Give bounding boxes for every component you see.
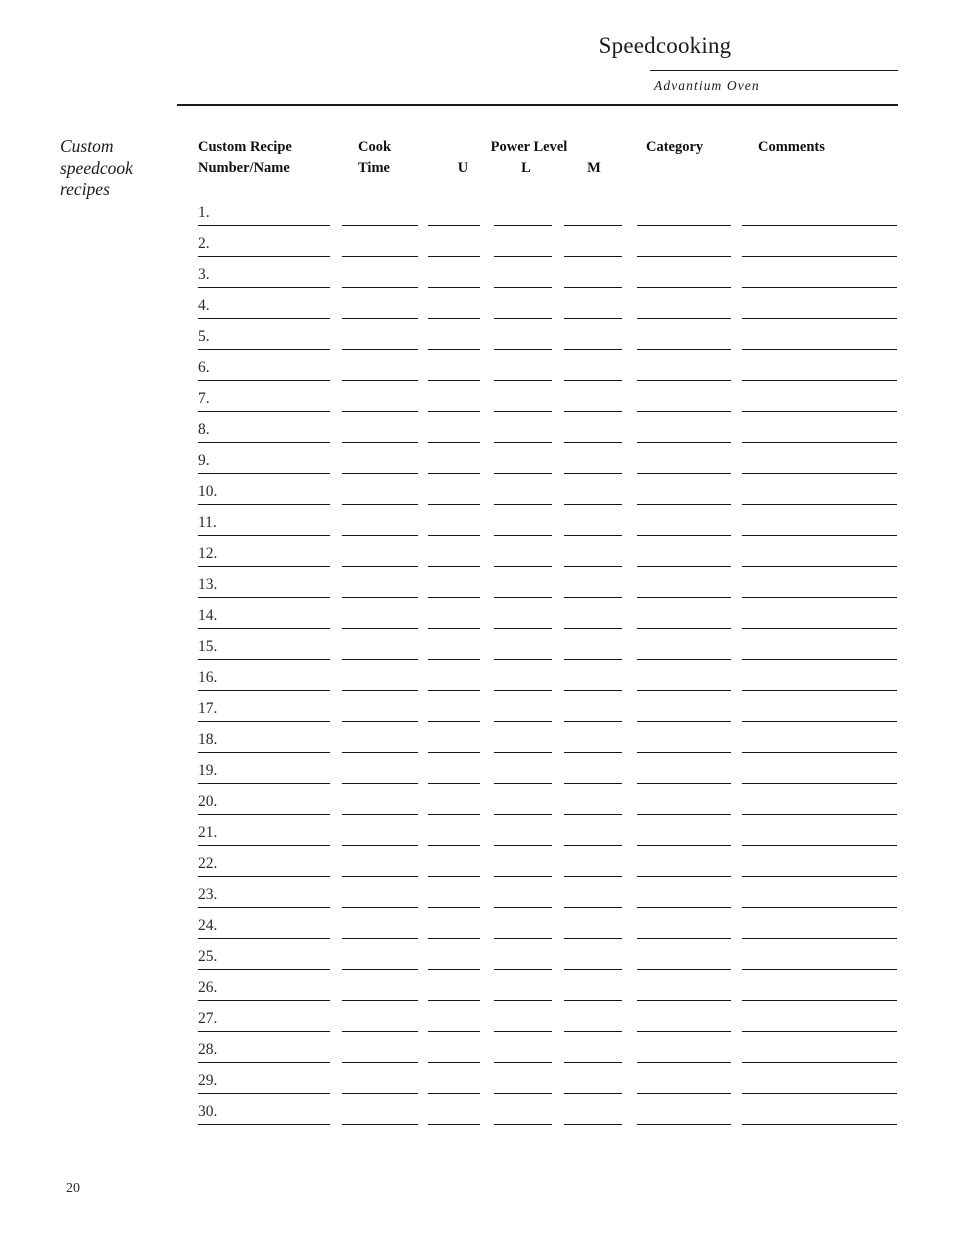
row-number: 2. <box>198 235 210 252</box>
power-m-line[interactable] <box>564 1124 622 1125</box>
table-row: 3. <box>0 257 954 288</box>
table-row: 16. <box>0 660 954 691</box>
row-number: 12. <box>198 545 218 562</box>
row-number: 11. <box>198 514 217 531</box>
column-header-power-l: L <box>521 160 531 176</box>
row-number: 29. <box>198 1072 218 1089</box>
column-header-recipe-line1: Custom Recipe <box>198 139 292 155</box>
table-row: 18. <box>0 722 954 753</box>
row-number: 6. <box>198 359 210 376</box>
table-row: 28. <box>0 1032 954 1063</box>
row-number: 17. <box>198 700 218 717</box>
row-number: 21. <box>198 824 218 841</box>
row-number: 15. <box>198 638 218 655</box>
row-number: 8. <box>198 421 210 438</box>
row-number: 24. <box>198 917 218 934</box>
power-l-line[interactable] <box>494 1124 552 1125</box>
table-row: 4. <box>0 288 954 319</box>
table-row: 13. <box>0 567 954 598</box>
column-header-cook-time-line2: Time <box>358 160 390 176</box>
table-row: 25. <box>0 939 954 970</box>
table-row: 24. <box>0 908 954 939</box>
row-number: 25. <box>198 948 218 965</box>
table-row: 5. <box>0 319 954 350</box>
row-number: 13. <box>198 576 218 593</box>
subtitle-divider <box>650 70 898 71</box>
row-number: 16. <box>198 669 218 686</box>
column-header-recipe: Custom Recipe Number/Name <box>198 137 292 179</box>
row-number: 22. <box>198 855 218 872</box>
row-number: 18. <box>198 731 218 748</box>
power-u-line[interactable] <box>428 1124 480 1125</box>
table-row: 11. <box>0 505 954 536</box>
table-row: 7. <box>0 381 954 412</box>
row-number: 1. <box>198 204 210 221</box>
table-row: 27. <box>0 1001 954 1032</box>
row-number: 26. <box>198 979 218 996</box>
table-row: 10. <box>0 474 954 505</box>
table-row: 2. <box>0 226 954 257</box>
table-row: 12. <box>0 536 954 567</box>
table-row: 14. <box>0 598 954 629</box>
table-row: 1. <box>0 195 954 226</box>
table-row: 23. <box>0 877 954 908</box>
row-number: 27. <box>198 1010 218 1027</box>
table-row: 21. <box>0 815 954 846</box>
table-row: 8. <box>0 412 954 443</box>
row-number: 23. <box>198 886 218 903</box>
page-title: Speedcooking <box>598 33 732 58</box>
category-line[interactable] <box>637 1124 731 1125</box>
row-number: 4. <box>198 297 210 314</box>
table-row: 9. <box>0 443 954 474</box>
row-number: 9. <box>198 452 210 469</box>
table-row: 22. <box>0 846 954 877</box>
product-subtitle: Advantium Oven <box>654 78 760 93</box>
row-number: 5. <box>198 328 210 345</box>
table-row: 15. <box>0 629 954 660</box>
column-header-comments: Comments <box>758 139 825 155</box>
column-header-cook-time-line1: Cook <box>358 139 392 155</box>
section-label: Custom speedcook recipes <box>60 136 133 199</box>
column-header-power-m: M <box>587 160 601 176</box>
recipe-line[interactable] <box>198 1124 330 1125</box>
table-row: 20. <box>0 784 954 815</box>
column-header-power-u: U <box>457 160 469 176</box>
table-row: 30. <box>0 1094 954 1125</box>
row-number: 7. <box>198 390 210 407</box>
row-number: 10. <box>198 483 218 500</box>
table-row: 6. <box>0 350 954 381</box>
cook-time-line[interactable] <box>342 1124 418 1125</box>
column-header-recipe-line2: Number/Name <box>198 160 290 176</box>
row-number: 20. <box>198 793 218 810</box>
row-number: 3. <box>198 266 210 283</box>
column-header-power-level: Power Level <box>490 139 568 155</box>
table-row: 17. <box>0 691 954 722</box>
table-row: 26. <box>0 970 954 1001</box>
table-row: 19. <box>0 753 954 784</box>
table-row: 29. <box>0 1063 954 1094</box>
column-header-cook-time: Cook Time <box>358 137 391 179</box>
document-page: Speedcooking Advantium Oven Custom speed… <box>0 0 954 1235</box>
row-number: 28. <box>198 1041 218 1058</box>
row-number: 30. <box>198 1103 218 1120</box>
column-header-category: Category <box>646 139 704 155</box>
header-divider <box>177 104 898 106</box>
comments-line[interactable] <box>742 1124 897 1125</box>
row-number: 14. <box>198 607 218 624</box>
row-number: 19. <box>198 762 218 779</box>
page-number: 20 <box>66 1181 80 1196</box>
